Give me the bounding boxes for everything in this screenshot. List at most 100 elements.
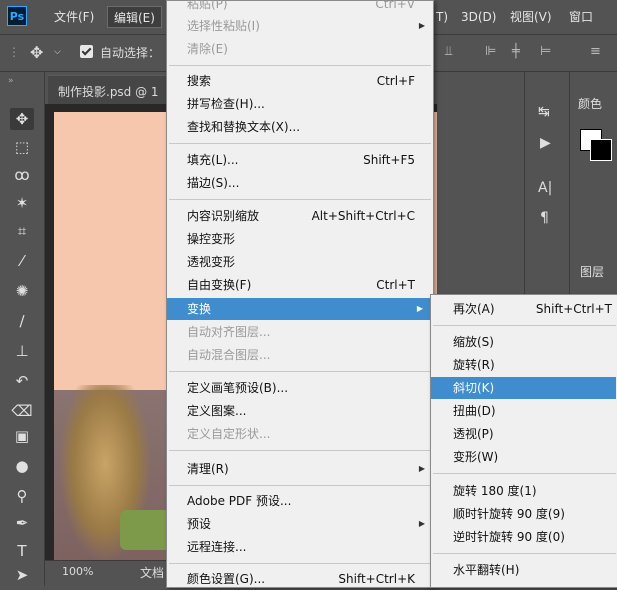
document-status-text: 文档 <box>140 566 165 580</box>
align-right-icon[interactable]: ⊨ <box>540 44 551 59</box>
menu-item-label: 再次(A) <box>453 302 495 316</box>
edit-menu: 粘贴(P) Ctrl+V 选择性粘贴(I) ▶ 清除(E) 搜索 Ctrl+F … <box>166 0 434 588</box>
history-brush-tool-icon[interactable]: ↶ <box>10 370 34 392</box>
healing-brush-tool-icon[interactable]: ✺ <box>10 280 34 302</box>
document-tab-label: 制作投影.psd @ 1 <box>58 85 159 99</box>
submenu-item-rotate-90-ccw[interactable]: 逆时针旋转 90 度(0) <box>431 526 617 548</box>
canvas-image-figure-clothes <box>120 510 170 550</box>
move-tool-preset-icon[interactable]: ✥ <box>30 43 43 62</box>
menu-item-transform[interactable]: 变换 ▶ <box>167 298 431 320</box>
menu-item-adobe-pdf-presets[interactable]: Adobe PDF 预设... <box>167 490 433 512</box>
menu-separator <box>169 371 431 372</box>
submenu-item-rotate-90-cw[interactable]: 顺时针旋转 90 度(9) <box>431 503 617 525</box>
menu-item-define-pattern[interactable]: 定义图案... <box>167 400 433 422</box>
menu-item-spell-check[interactable]: 拼写检查(H)... <box>167 93 433 115</box>
menu-item-remote-connections[interactable]: 远程连接... <box>167 536 433 558</box>
marquee-tool-icon[interactable]: ⬚ <box>10 136 34 158</box>
auto-select-checkbox[interactable] <box>80 45 93 58</box>
eyedropper-tool-icon[interactable]: ⁄ <box>10 250 34 272</box>
menu-item-label: 定义画笔预设(B)... <box>187 381 289 395</box>
menu-item-label: 旋转(R) <box>453 358 495 372</box>
submenu-item-distort[interactable]: 扭曲(D) <box>431 400 617 422</box>
menu-window[interactable]: 窗口(W) <box>563 0 617 58</box>
menu-item-stroke[interactable]: 描边(S)... <box>167 172 433 194</box>
submenu-item-skew[interactable]: 斜切(K) <box>431 377 616 399</box>
zoom-level[interactable]: 100% <box>62 565 93 578</box>
grip-icon: ⋮ <box>8 45 20 59</box>
submenu-item-warp[interactable]: 变形(W) <box>431 446 617 468</box>
menu-item-label: 旋转 180 度(1) <box>453 484 537 498</box>
lasso-tool-icon[interactable]: ꝏ <box>10 164 34 186</box>
menu-item-label: 拼写检查(H)... <box>187 97 265 111</box>
brush-tool-icon[interactable]: ∕ <box>10 310 34 332</box>
menu-item-paste[interactable]: 粘贴(P) Ctrl+V <box>167 0 433 15</box>
submenu-arrow-icon: ▶ <box>418 519 425 528</box>
menu-item-auto-align-layers[interactable]: 自动对齐图层... <box>167 321 433 343</box>
menu-item-label: 自由变换(F) <box>187 278 252 292</box>
blur-tool-icon[interactable]: ● <box>10 455 34 477</box>
menu-item-auto-blend-layers[interactable]: 自动混合图层... <box>167 344 433 366</box>
actions-panel-icon[interactable]: ▶ <box>540 135 551 151</box>
align-left-icon[interactable]: ⊫ <box>485 44 496 59</box>
tab-color[interactable]: 颜色 <box>578 95 602 112</box>
menu-item-label: 定义自定形状... <box>187 427 271 441</box>
submenu-item-rotate[interactable]: 旋转(R) <box>431 354 617 376</box>
dodge-tool-icon[interactable]: ⚲ <box>10 485 34 507</box>
menu-item-label: 操控变形 <box>187 232 236 246</box>
clone-stamp-tool-icon[interactable]: ⊥ <box>10 340 34 362</box>
menu-item-define-brush-preset[interactable]: 定义画笔预设(B)... <box>167 377 433 399</box>
menu-item-label: 查找和替换文本(X)... <box>187 120 301 134</box>
history-panel-icon[interactable]: ↹ <box>538 104 550 120</box>
menu-separator <box>169 563 431 564</box>
menu-item-label: 顺时针旋转 90 度(9) <box>453 507 565 521</box>
menu-item-puppet-warp[interactable]: 操控变形 <box>167 228 433 250</box>
submenu-item-rotate-180[interactable]: 旋转 180 度(1) <box>431 480 617 502</box>
menu-item-free-transform[interactable]: 自由变换(F) Ctrl+T <box>167 274 433 296</box>
submenu-item-again[interactable]: 再次(A) Shift+Ctrl+T <box>431 298 617 320</box>
magic-wand-tool-icon[interactable]: ✶ <box>10 192 34 214</box>
submenu-item-perspective[interactable]: 透视(P) <box>431 423 617 445</box>
photoshop-logo: Ps <box>7 6 27 26</box>
menu-item-presets[interactable]: 预设 ▶ <box>167 513 433 535</box>
menu-item-shortcut: Ctrl+T <box>376 278 415 292</box>
menu-item-fill[interactable]: 填充(L)... Shift+F5 <box>167 149 433 171</box>
distribute-icon[interactable]: ≡ <box>590 44 601 59</box>
align-bottom-icon[interactable]: ⫫ <box>445 44 452 59</box>
menu-edit[interactable]: 编辑(E) <box>107 6 162 28</box>
character-panel-icon[interactable]: A| <box>538 180 552 196</box>
menu-item-content-aware-scale[interactable]: 内容识别缩放 Alt+Shift+Ctrl+C <box>167 205 433 227</box>
menu-item-find-replace[interactable]: 查找和替换文本(X)... <box>167 116 433 138</box>
crop-tool-icon[interactable]: ⌗ <box>10 220 34 242</box>
gradient-tool-icon[interactable]: ▣ <box>10 425 34 447</box>
menu-file[interactable]: 文件(F) <box>48 0 100 34</box>
collapse-arrows-icon[interactable]: » <box>8 76 14 86</box>
menu-3d[interactable]: 3D(D) <box>455 0 502 34</box>
type-tool-icon[interactable]: T <box>10 540 34 562</box>
menu-separator <box>169 450 431 451</box>
submenu-arrow-icon: ▶ <box>418 464 425 473</box>
menu-item-define-custom-shape[interactable]: 定义自定形状... <box>167 423 433 445</box>
tab-layers[interactable]: 图层 <box>580 263 604 280</box>
eraser-tool-icon[interactable]: ⌫ <box>10 400 34 422</box>
menu-item-paste-special[interactable]: 选择性粘贴(I) ▶ <box>167 15 433 37</box>
menu-item-label: 选择性粘贴(I) <box>187 19 260 33</box>
menu-separator <box>433 325 616 326</box>
chevron-down-icon[interactable]: ⌵ <box>54 47 61 57</box>
submenu-item-scale[interactable]: 缩放(S) <box>431 331 617 353</box>
menu-view[interactable]: 视图(V) <box>504 0 558 34</box>
submenu-item-flip-horizontal[interactable]: 水平翻转(H) <box>431 559 617 581</box>
menu-separator <box>169 143 431 144</box>
background-color-swatch[interactable] <box>590 139 612 161</box>
move-tool-icon[interactable]: ✥ <box>10 108 34 130</box>
menu-item-perspective-warp[interactable]: 透视变形 <box>167 251 433 273</box>
menu-item-label: 自动对齐图层... <box>187 325 271 339</box>
menu-item-purge[interactable]: 清理(R) ▶ <box>167 458 433 480</box>
menu-item-color-settings[interactable]: 颜色设置(G)... Shift+Ctrl+K <box>167 568 433 590</box>
menu-item-search[interactable]: 搜索 Ctrl+F <box>167 70 433 92</box>
paragraph-panel-icon[interactable]: ¶ <box>540 210 549 226</box>
path-selection-tool-icon[interactable]: ➤ <box>10 564 34 586</box>
align-center-icon[interactable]: ╪ <box>512 44 520 59</box>
menu-item-clear[interactable]: 清除(E) <box>167 38 433 60</box>
menu-separator <box>433 473 616 474</box>
pen-tool-icon[interactable]: ✒ <box>10 512 34 534</box>
